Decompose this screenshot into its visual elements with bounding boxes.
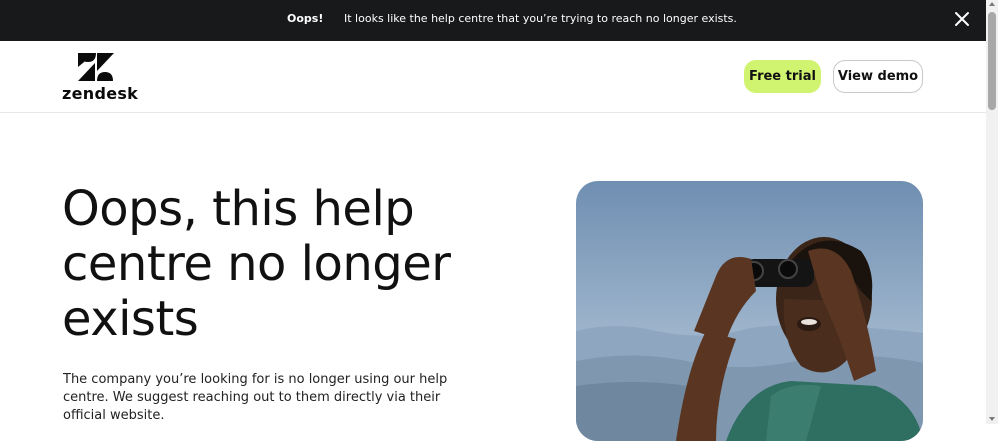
page-title: Oops, this help centre no longer exists bbox=[62, 181, 451, 347]
free-trial-button[interactable]: Free trial bbox=[744, 60, 821, 93]
scroll-down-icon[interactable] bbox=[989, 417, 995, 421]
zendesk-logo[interactable]: zendesk bbox=[62, 53, 138, 103]
banner-message: It looks like the help centre that you’r… bbox=[344, 12, 737, 25]
banner-title: Oops! bbox=[287, 12, 324, 25]
view-demo-button[interactable]: View demo bbox=[833, 60, 923, 93]
site-header: zendesk Free trial View demo bbox=[0, 41, 986, 113]
zendesk-logo-icon bbox=[78, 53, 114, 81]
page-description: The company you’re looking for is no lon… bbox=[63, 372, 448, 423]
scroll-thumb[interactable] bbox=[988, 12, 996, 110]
page-scrollbar[interactable] bbox=[986, 0, 998, 424]
hero-image bbox=[576, 181, 923, 441]
close-icon[interactable] bbox=[952, 9, 972, 29]
scroll-up-icon[interactable] bbox=[989, 2, 995, 6]
logo-wordmark: zendesk bbox=[62, 84, 139, 103]
error-banner: Oops! It looks like the help centre that… bbox=[0, 0, 986, 41]
